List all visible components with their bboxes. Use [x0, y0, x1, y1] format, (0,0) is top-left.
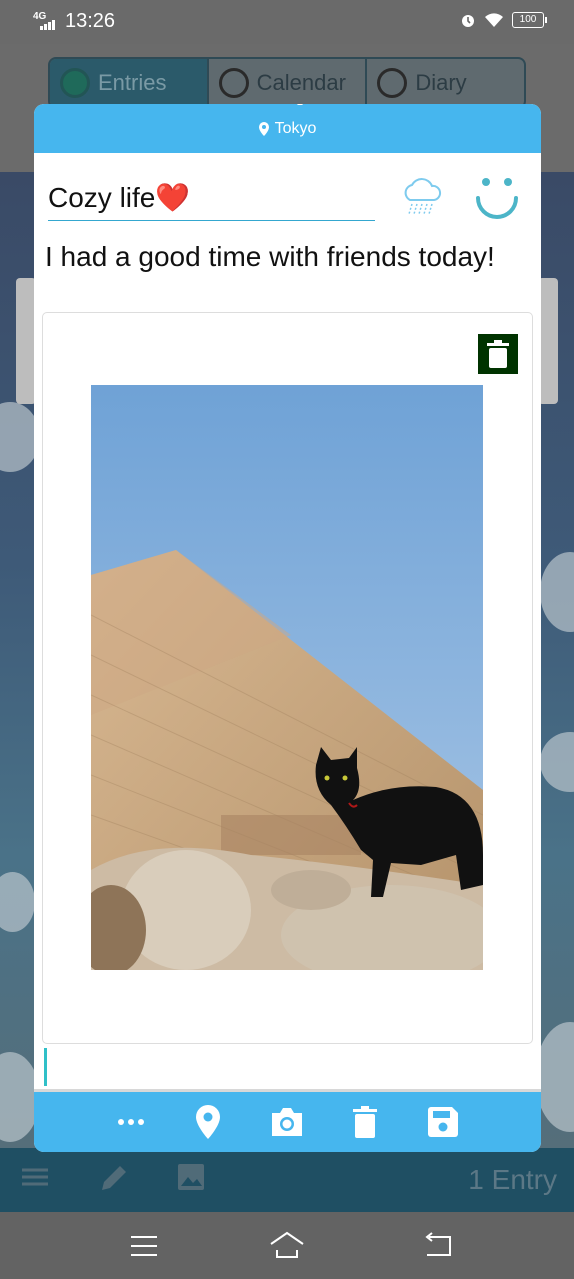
delete-photo-button[interactable]	[478, 334, 518, 374]
image-icon[interactable]	[176, 1162, 206, 1192]
signal-icon	[40, 18, 60, 30]
background-card	[538, 278, 558, 404]
more-icon	[118, 1119, 144, 1125]
tab-calendar[interactable]: Calendar	[209, 59, 368, 107]
camera-button[interactable]	[270, 1105, 304, 1139]
entry-count: 1 Entry	[468, 1164, 557, 1195]
tab-label: Diary	[415, 70, 467, 95]
radio-icon	[377, 68, 408, 98]
editor-toolbar	[34, 1089, 541, 1152]
delete-button[interactable]	[348, 1105, 382, 1139]
smiley-icon[interactable]	[474, 174, 520, 220]
battery-icon: 100	[512, 12, 547, 28]
save-button[interactable]	[426, 1105, 460, 1139]
home-icon[interactable]	[269, 1230, 305, 1260]
location-button[interactable]	[191, 1105, 225, 1139]
radio-icon	[218, 68, 249, 98]
status-bar: 4G 13:26 100	[0, 0, 574, 44]
location-pin-icon	[258, 121, 269, 136]
status-icons: 100	[460, 12, 547, 28]
trash-icon	[487, 340, 509, 368]
text-cursor	[44, 1048, 47, 1086]
trash-icon	[353, 1106, 377, 1138]
background-card	[16, 278, 36, 404]
back-icon[interactable]	[423, 1232, 453, 1258]
status-time: 13:26	[65, 10, 116, 32]
alarm-icon	[462, 15, 474, 27]
entry-editor-dialog: Tokyo Cozy life❤️ I had a good time with…	[34, 104, 541, 1152]
dialog-header: Tokyo	[34, 104, 541, 153]
save-icon	[428, 1107, 458, 1137]
tab-label: Calendar	[256, 70, 346, 95]
tab-diary[interactable]: Diary	[367, 59, 524, 107]
tab-entries[interactable]: Entries	[50, 59, 209, 107]
camera-icon	[272, 1108, 302, 1136]
location-label: Tokyo	[274, 119, 317, 137]
recents-icon[interactable]	[130, 1234, 158, 1258]
wifi-icon	[485, 13, 503, 27]
system-nav-bar	[0, 1212, 574, 1279]
tab-label: Entries	[98, 70, 167, 95]
radio-selected-icon	[60, 68, 90, 98]
pencil-icon[interactable]	[98, 1162, 130, 1194]
entry-body[interactable]: I had a good time with friends today!	[45, 239, 525, 274]
location-pin-icon	[196, 1105, 220, 1139]
more-button[interactable]	[114, 1105, 148, 1139]
tab-selector: Entries Calendar Diary	[48, 57, 526, 109]
title-field[interactable]: Cozy life❤️	[48, 175, 375, 221]
attached-photo[interactable]	[91, 385, 483, 970]
bottom-toolbar: 1 Entry	[0, 1148, 574, 1212]
rain-cloud-icon[interactable]	[400, 176, 442, 216]
pyramid-cat-image	[91, 385, 483, 970]
menu-icon[interactable]	[20, 1162, 50, 1192]
